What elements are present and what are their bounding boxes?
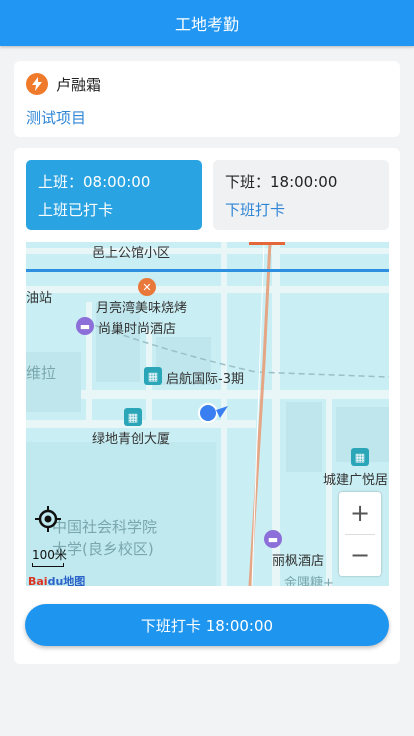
project-link[interactable]: 测试项目 <box>26 107 86 128</box>
hotel-icon: ▬ <box>264 530 282 548</box>
building-icon: ▦ <box>124 408 142 426</box>
building-icon: ▦ <box>144 367 162 385</box>
map-label: 中国社会科学院 <box>52 518 158 536</box>
restaurant-icon: ✕ <box>138 278 156 296</box>
zoom-control: + − <box>339 492 381 576</box>
app-header: 工地考勤 <box>0 0 414 46</box>
attendance-card: 上班：08:00:00 上班已打卡 下班：18:00:00 下班打卡 邑上公馆小… <box>14 148 400 664</box>
map-label: 尚巢时尚酒店 <box>98 322 177 337</box>
zoom-out-button[interactable]: − <box>339 534 381 576</box>
map-label: 金隅糖+ <box>284 576 334 586</box>
user-card: 卢融霜 测试项目 <box>14 61 400 137</box>
zoom-divider <box>345 534 375 535</box>
clock-out-status[interactable]: 下班打卡 <box>225 200 377 220</box>
clock-in-status: 上班已打卡 <box>38 201 114 219</box>
map-label: 大学(良乡校区) <box>52 540 154 558</box>
locate-me-icon[interactable] <box>35 506 61 532</box>
clock-in-time: 上班：08:00:00 <box>38 173 151 191</box>
map-scale-label: 100米 <box>32 548 67 562</box>
map-label: 启航国际-3期 <box>166 372 244 387</box>
map-label: 丽枫酒店 <box>272 554 325 569</box>
map-label: 油站 <box>26 291 53 306</box>
map-view[interactable]: 邑上公馆小区 油站 ✕ 月亮湾美味烧烤 ▬ 尚巢时尚酒店 维拉 ▦ 启航国际-3… <box>26 242 389 586</box>
baidu-logo-du: du地图 <box>47 575 86 586</box>
clock-out-button[interactable]: 下班打卡 18:00:00 <box>25 604 389 646</box>
zoom-in-button[interactable]: + <box>339 492 381 534</box>
hotel-icon: ▬ <box>76 317 94 335</box>
map-label: 绿地青创大厦 <box>92 432 171 447</box>
map-label: 邑上公馆小区 <box>92 246 171 261</box>
map-label: 维拉 <box>26 364 57 382</box>
clock-out-card[interactable]: 下班：18:00:00 下班打卡 <box>213 160 389 230</box>
clock-in-card[interactable]: 上班：08:00:00 上班已打卡 <box>26 160 202 230</box>
lightning-icon <box>26 73 48 95</box>
clock-out-time: 下班：18:00:00 <box>225 173 338 191</box>
user-row: 卢融霜 <box>26 73 101 95</box>
map-label: 月亮湾美味烧烤 <box>96 301 188 316</box>
map-scale-bar <box>32 563 64 567</box>
map-label: 城建广悦居 <box>323 473 389 488</box>
building-icon: ▦ <box>351 448 369 466</box>
user-name: 卢融霜 <box>56 75 102 94</box>
page-title: 工地考勤 <box>174 15 239 34</box>
baidu-logo: Baidu地图 <box>28 573 85 586</box>
baidu-logo-bai: Bai <box>28 575 48 586</box>
